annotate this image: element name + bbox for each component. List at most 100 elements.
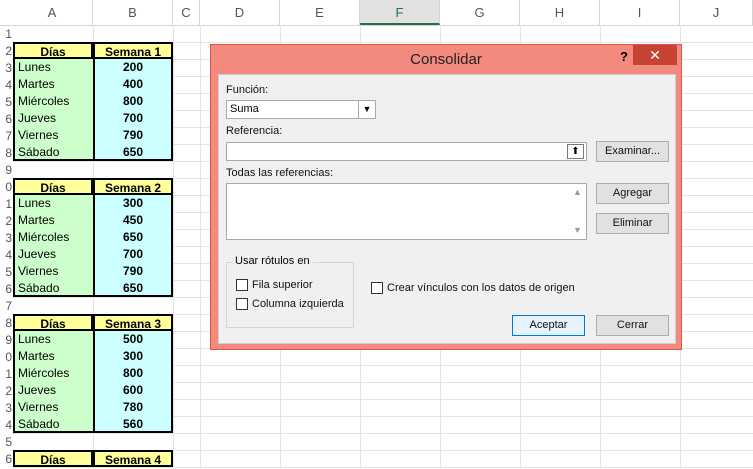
row-header[interactable]: 1: [0, 26, 12, 43]
row-header[interactable]: 6: [0, 451, 12, 468]
cell-value[interactable]: 650: [93, 229, 173, 246]
function-value: Suma: [230, 103, 259, 115]
cell-value[interactable]: 790: [93, 263, 173, 280]
scroll-down-icon[interactable]: ▼: [573, 225, 582, 235]
cancel-button[interactable]: Cerrar: [596, 315, 669, 336]
column-header-h[interactable]: H: [520, 0, 600, 25]
browse-button[interactable]: Examinar...: [596, 141, 669, 162]
row-header[interactable]: 3: [0, 400, 12, 417]
table-header-days[interactable]: Días: [13, 42, 93, 59]
create-links-checkbox[interactable]: [371, 282, 383, 294]
row-header[interactable]: 2: [0, 213, 12, 230]
row-header[interactable]: 8: [0, 315, 12, 332]
cell-day[interactable]: Martes: [13, 212, 93, 229]
cell-day[interactable]: Lunes: [13, 59, 93, 76]
row-header[interactable]: 9: [0, 162, 12, 179]
cell-value[interactable]: 200: [93, 59, 173, 76]
column-header-a[interactable]: A: [12, 0, 93, 25]
help-button[interactable]: ?: [614, 47, 634, 67]
column-header-b[interactable]: B: [93, 0, 173, 25]
row-header[interactable]: 4: [0, 77, 12, 94]
cell-value[interactable]: 700: [93, 246, 173, 263]
row-header[interactable]: 8: [0, 145, 12, 162]
reference-input[interactable]: ⬆: [226, 142, 587, 161]
cell-day[interactable]: Martes: [13, 76, 93, 93]
column-header-d[interactable]: D: [200, 0, 280, 25]
table-header-days[interactable]: Días: [13, 178, 93, 195]
cell-value[interactable]: 450: [93, 212, 173, 229]
table-header-days[interactable]: Días: [13, 314, 93, 331]
row-header[interactable]: 9: [0, 332, 12, 349]
cell-value[interactable]: 700: [93, 110, 173, 127]
dialog-title: Consolidar: [410, 51, 482, 68]
row-header[interactable]: 1: [0, 196, 12, 213]
cell-value[interactable]: 800: [93, 365, 173, 382]
column-header-j[interactable]: J: [680, 0, 753, 25]
table-header-days[interactable]: Días: [13, 450, 93, 467]
row-header[interactable]: 6: [0, 281, 12, 298]
add-button[interactable]: Agregar: [596, 183, 669, 204]
table-header-week[interactable]: Semana 2: [93, 178, 173, 195]
column-header-f[interactable]: F: [360, 0, 440, 25]
cell-value[interactable]: 650: [93, 144, 173, 161]
ok-button[interactable]: Aceptar: [512, 315, 585, 336]
cell-value[interactable]: 600: [93, 382, 173, 399]
cell-value[interactable]: 300: [93, 195, 173, 212]
column-header-i[interactable]: I: [600, 0, 680, 25]
delete-button[interactable]: Eliminar: [596, 213, 669, 234]
cell-day[interactable]: Miércoles: [13, 365, 93, 382]
cell-value[interactable]: 300: [93, 348, 173, 365]
row-header[interactable]: 5: [0, 264, 12, 281]
row-header[interactable]: 3: [0, 60, 12, 77]
top-row-checkbox[interactable]: [236, 279, 248, 291]
row-header[interactable]: 5: [0, 434, 12, 451]
row-header[interactable]: 3: [0, 230, 12, 247]
row-header[interactable]: 0: [0, 349, 12, 366]
cell-value[interactable]: 500: [93, 331, 173, 348]
cell-day[interactable]: Viernes: [13, 127, 93, 144]
row-header[interactable]: 1: [0, 366, 12, 383]
cell-day[interactable]: Sábado: [13, 280, 93, 297]
table-header-week[interactable]: Semana 3: [93, 314, 173, 331]
cell-day[interactable]: Viernes: [13, 263, 93, 280]
cell-day[interactable]: Lunes: [13, 195, 93, 212]
cell-day[interactable]: Jueves: [13, 110, 93, 127]
cell-value[interactable]: 560: [93, 416, 173, 433]
all-references-list[interactable]: ▲ ▼: [226, 183, 587, 240]
left-column-checkbox[interactable]: [236, 298, 248, 310]
row-header[interactable]: 4: [0, 247, 12, 264]
column-header-g[interactable]: G: [440, 0, 520, 25]
cell-day[interactable]: Jueves: [13, 246, 93, 263]
scroll-up-icon[interactable]: ▲: [573, 187, 582, 197]
row-header[interactable]: 7: [0, 128, 12, 145]
cell-day[interactable]: Sábado: [13, 144, 93, 161]
function-select[interactable]: Suma ▼: [226, 100, 376, 119]
cell-value[interactable]: 780: [93, 399, 173, 416]
row-header[interactable]: 5: [0, 94, 12, 111]
list-scrollbar[interactable]: ▲ ▼: [570, 185, 585, 239]
cell-value[interactable]: 650: [93, 280, 173, 297]
cell-value[interactable]: 790: [93, 127, 173, 144]
collapse-dialog-icon[interactable]: ⬆: [567, 144, 584, 159]
row-header[interactable]: 2: [0, 43, 12, 60]
row-header[interactable]: 6: [0, 111, 12, 128]
row-header[interactable]: 2: [0, 383, 12, 400]
cell-day[interactable]: Jueves: [13, 382, 93, 399]
cell-day[interactable]: Lunes: [13, 331, 93, 348]
chevron-down-icon[interactable]: ▼: [358, 101, 375, 118]
row-header[interactable]: 0: [0, 179, 12, 196]
cell-day[interactable]: Sábado: [13, 416, 93, 433]
cell-day[interactable]: Viernes: [13, 399, 93, 416]
table-header-week[interactable]: Semana 1: [93, 42, 173, 59]
row-header[interactable]: 7: [0, 298, 12, 315]
cell-value[interactable]: 800: [93, 93, 173, 110]
cell-day[interactable]: Miércoles: [13, 229, 93, 246]
cell-value[interactable]: 400: [93, 76, 173, 93]
row-header[interactable]: 4: [0, 417, 12, 434]
column-header-e[interactable]: E: [280, 0, 360, 25]
close-icon[interactable]: ✕: [633, 45, 677, 65]
cell-day[interactable]: Miércoles: [13, 93, 93, 110]
column-header-c[interactable]: C: [173, 0, 200, 25]
cell-day[interactable]: Martes: [13, 348, 93, 365]
table-header-week[interactable]: Semana 4: [93, 450, 173, 467]
